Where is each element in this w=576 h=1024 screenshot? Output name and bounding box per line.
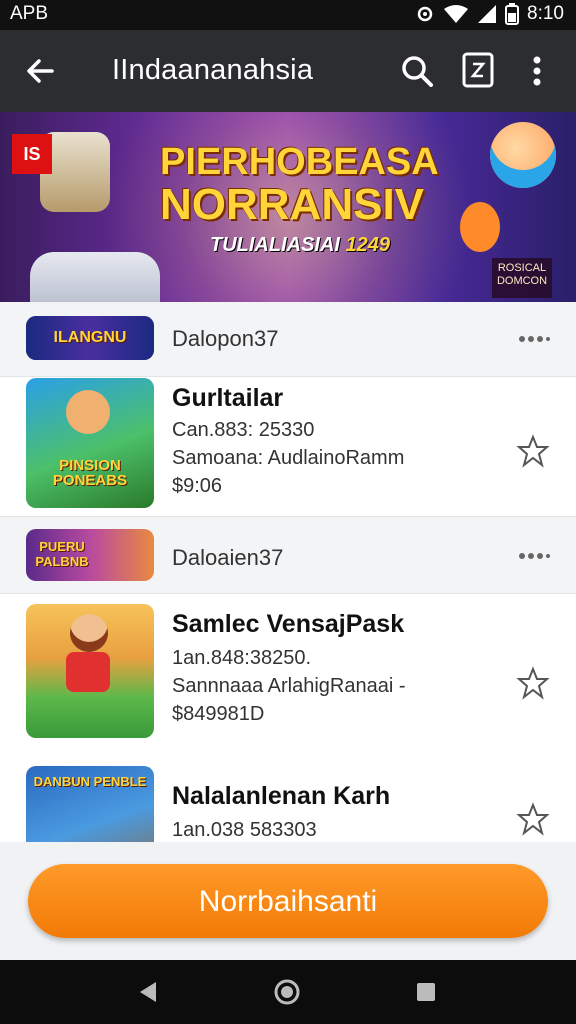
back-arrow-icon[interactable] (22, 52, 60, 90)
list-item-line2: Sannnaaa ArlahigRanaai - (172, 675, 406, 697)
signal-icon (478, 5, 497, 23)
nav-home-icon[interactable] (273, 978, 301, 1006)
thumbnail-character (66, 390, 110, 434)
list-item-thumbnail: ILANGNU (26, 316, 154, 360)
list-item-thumbnail: PUERU PALBNB (26, 529, 154, 581)
nav-recents-icon[interactable] (412, 978, 440, 1006)
list-item[interactable]: DANBUN PENBLE Nalalanlenan Karh 1an.038 … (0, 752, 576, 842)
thumbnail-character-body (66, 652, 110, 692)
app-bar: IIndaananahsia (0, 30, 576, 112)
banner-vehicle (30, 252, 160, 302)
thumbnail-label: PINSION PONEABS (52, 457, 128, 489)
star-outline-icon[interactable] (516, 666, 550, 700)
star-outline-icon[interactable] (516, 802, 550, 836)
battery-icon (505, 3, 520, 25)
list-item-name: Daloaien37 (172, 545, 284, 570)
bottom-action-area: Norrbaihsanti (0, 842, 576, 960)
more-vert-icon[interactable] (524, 52, 550, 90)
page-title: IIndaananahsia (112, 54, 314, 86)
list-item[interactable]: ILANGNU Dalopon37 (0, 302, 576, 377)
primary-action-button[interactable]: Norrbaihsanti (28, 864, 548, 938)
clock: 8:10 (527, 3, 564, 24)
list-item-line1: 1an.848:38250. (172, 647, 312, 669)
list-item-name: Gurltailar (172, 384, 284, 412)
nav-back-icon[interactable] (134, 978, 162, 1006)
star-outline-icon[interactable] (516, 434, 550, 468)
banner-character-small (460, 202, 500, 252)
search-icon[interactable] (398, 52, 436, 90)
list-item-name: Samlec VensajPask (172, 610, 405, 638)
carrier-label: APB (10, 3, 49, 24)
banner-line1: PIERHOBEASA (160, 141, 439, 183)
banner-corner-label: ROSICAL DOMCON (492, 258, 552, 298)
banner-headline: PIERHOBEASA NORRANSIV (160, 141, 439, 229)
list-item-price: $849981D (172, 703, 265, 725)
list-item-line1: Can.883: 25330 (172, 419, 315, 441)
banner-date: 1249 (345, 234, 391, 256)
thumbnail-label: DANBUN PENBLE (33, 774, 147, 789)
list-item-thumbnail: PINSION PONEABS (26, 378, 154, 508)
thumbnail-label: PUERU PALBNB (35, 539, 89, 569)
thumbnail-label: ILANGNU (53, 329, 127, 346)
list-item-price: $9:06 (172, 475, 223, 497)
list-item-meta: 1an.038 583303 (172, 816, 317, 842)
list-item-name: Dalopon37 (172, 326, 279, 351)
banner-subtitle: TULIALIASIAI 1249 (210, 234, 390, 257)
banner-subtitle-text: TULIALIASIAI (210, 234, 340, 256)
list-item[interactable]: PINSION PONEABS Gurltailar Can.883: 2533… (0, 376, 576, 516)
list-item-thumbnail: DANBUN PENBLE (26, 766, 154, 842)
banner-character-right (490, 122, 556, 188)
status-bar: APB 8:10 (0, 0, 576, 30)
thumbnail-character (70, 614, 108, 652)
system-nav-bar (0, 960, 576, 1024)
game-list: ILANGNU Dalopon37 PINSION PONEABS Gurlta… (0, 302, 576, 842)
settings-icon (417, 6, 433, 22)
more-horiz-icon[interactable] (518, 332, 550, 346)
list-item-meta: 1an.848:38250. Sannnaaa ArlahigRanaai - … (172, 644, 406, 728)
banner-line2: NORRANSIV (160, 180, 425, 229)
promo-banner[interactable]: IS PIERHOBEASA NORRANSIV TULIALIASIAI 12… (0, 112, 576, 302)
list-item[interactable]: PUERU PALBNB Daloaien37 (0, 516, 576, 594)
list-item-line1: 1an.038 583303 (172, 819, 317, 841)
wifi-icon (444, 5, 469, 23)
status-icons: 8:10 (415, 3, 564, 25)
banner-tag: IS (12, 134, 52, 174)
list-item-meta: Can.883: 25330 Samoana: AudlainoRamm $9:… (172, 416, 404, 500)
more-horiz-icon[interactable] (518, 549, 550, 563)
list-item-thumbnail (26, 604, 154, 738)
list-item-name: Nalalanlenan Karh (172, 782, 391, 810)
badge-icon[interactable] (462, 52, 494, 88)
list-item-line2: Samoana: AudlainoRamm (172, 447, 405, 469)
list-item[interactable]: Samlec VensajPask 1an.848:38250. Sannnaa… (0, 592, 576, 752)
